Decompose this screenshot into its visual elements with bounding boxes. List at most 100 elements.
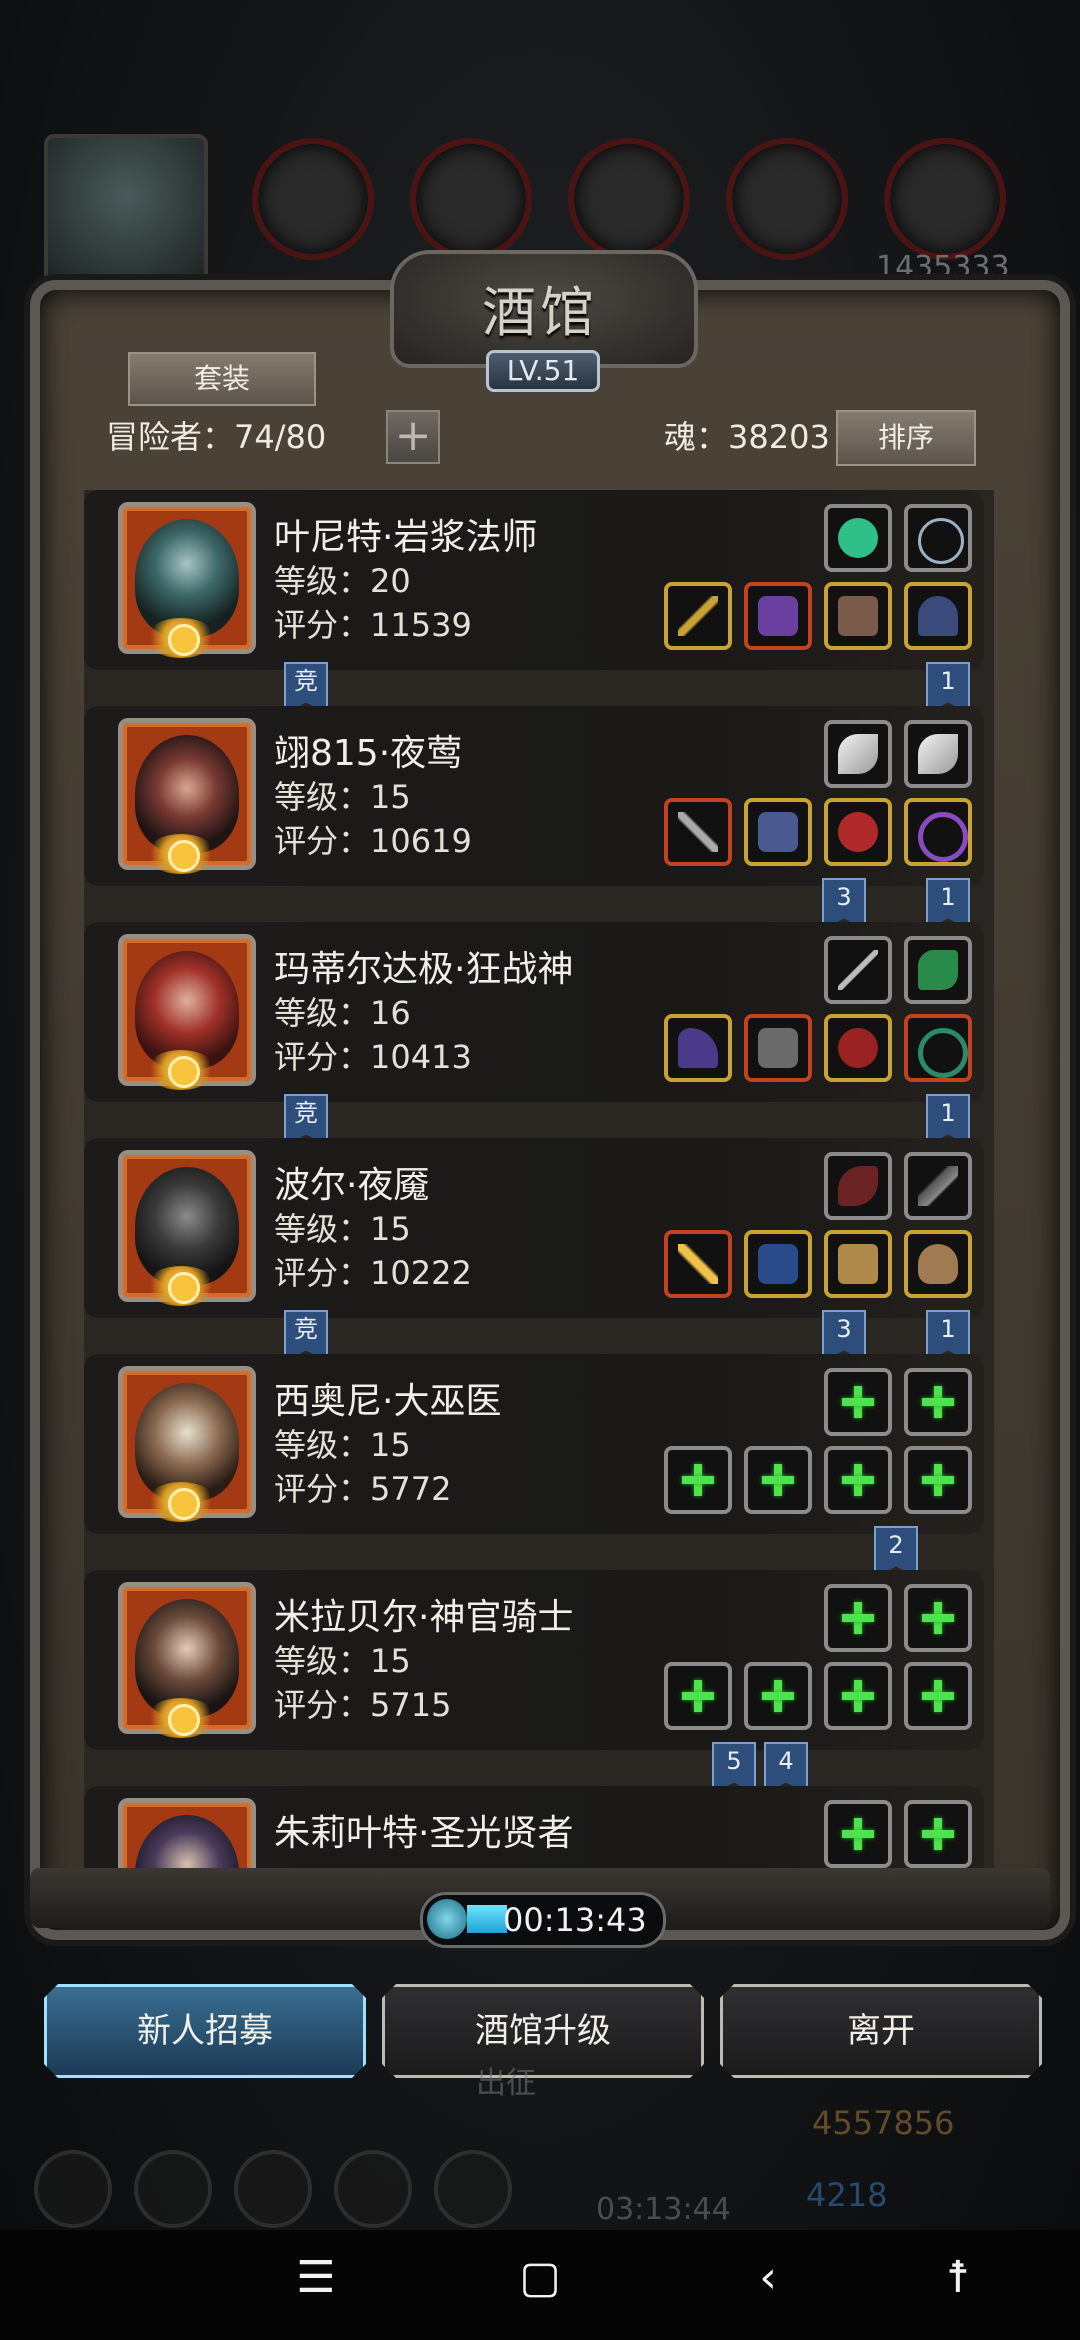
blade-icon (918, 1166, 958, 1206)
hero-level: 等级：16 (274, 994, 411, 1032)
empty-slot[interactable] (904, 1368, 972, 1436)
wing-slot[interactable] (824, 720, 892, 788)
armor-slot[interactable] (744, 1014, 812, 1082)
timer-progress (467, 1905, 507, 1933)
belt-slot[interactable] (824, 1230, 892, 1298)
necklace-slot[interactable] (904, 504, 972, 572)
dragon-icon (918, 950, 958, 990)
hero-portrait[interactable] (118, 1798, 256, 1870)
empty-slot[interactable] (824, 1584, 892, 1652)
accessory-slot[interactable] (904, 936, 972, 1004)
hero-level: 等级：15 (274, 1642, 411, 1680)
sort-button[interactable]: 排序 (836, 410, 976, 466)
clock-icon (427, 1899, 467, 1939)
stone-resource-icon (568, 138, 690, 260)
ring-slot[interactable] (904, 1014, 972, 1082)
add-equipment-icon (920, 1816, 956, 1852)
armor-slot[interactable] (744, 798, 812, 866)
empty-slot[interactable] (744, 1662, 812, 1730)
hero-row[interactable]: 翊815·夜莺 等级：15 评分：10619 (84, 706, 984, 886)
hero-name: 西奥尼·大巫医 (274, 1381, 502, 1422)
home-icon[interactable]: ▢ (500, 2252, 580, 2303)
gem-amount: 4218 (806, 2176, 888, 2214)
settings-icon (34, 2150, 112, 2228)
forge-icon (434, 2150, 512, 2228)
belt-icon (838, 1244, 878, 1284)
leave-button[interactable]: 离开 (720, 1984, 1042, 2078)
hero-score: 评分：10222 (274, 1254, 472, 1292)
accessory-slot[interactable] (824, 936, 892, 1004)
gem-slot[interactable] (824, 504, 892, 572)
hero-row[interactable]: 玛蒂尔达极·狂战神 等级：16 评分：10413 (84, 922, 984, 1102)
empty-slot[interactable] (664, 1446, 732, 1514)
add-equipment-icon (840, 1678, 876, 1714)
hero-row[interactable]: 朱莉叶特·圣光贤者 (84, 1786, 984, 1870)
add-equipment-icon (920, 1678, 956, 1714)
hero-score: 评分：5715 (274, 1686, 452, 1724)
hero-row[interactable]: 米拉贝尔·神官骑士 等级：15 评分：5715 (84, 1570, 984, 1750)
recruit-button[interactable]: 新人招募 (44, 1984, 366, 2078)
feather-icon (918, 734, 958, 774)
weapon-slot[interactable] (664, 1014, 732, 1082)
menu-icon[interactable]: ☰ (276, 2252, 356, 2303)
back-icon[interactable]: ‹ (728, 2252, 808, 2303)
tavern-upgrade-button[interactable]: 酒馆升级 (382, 1984, 704, 2078)
weapon-slot[interactable] (664, 1230, 732, 1298)
crystal-resource-icon (726, 138, 848, 260)
empty-slot[interactable] (744, 1446, 812, 1514)
hero-list[interactable]: 叶尼特·岩浆法师 等级：20 评分：11539 竞 1 翊815·夜莺 等级：1… (84, 490, 994, 1870)
accessory-slot[interactable] (904, 1152, 972, 1220)
add-equipment-icon (840, 1816, 876, 1852)
refresh-timer: 00:13:43 (420, 1892, 666, 1948)
food-resource-icon (252, 138, 374, 260)
hero-score: 评分：5772 (274, 1470, 452, 1508)
accessibility-icon[interactable]: ☨ (918, 2252, 998, 2303)
empty-slot[interactable] (824, 1800, 892, 1868)
empty-slot[interactable] (664, 1662, 732, 1730)
expand-capacity-button[interactable]: + (386, 410, 440, 464)
helmet-slot[interactable] (904, 1230, 972, 1298)
rank-emblem-icon (146, 618, 216, 658)
gold-amount: 4557856 (812, 2104, 955, 2142)
glove-slot[interactable] (824, 582, 892, 650)
hero-score: 评分：10619 (274, 822, 472, 860)
ring-slot[interactable] (904, 798, 972, 866)
hero-row[interactable]: 西奥尼·大巫医 等级：15 评分：5772 (84, 1354, 984, 1534)
hero-row[interactable]: 叶尼特·岩浆法师 等级：20 评分：11539 (84, 490, 984, 670)
empty-slot[interactable] (824, 1368, 892, 1436)
empty-slot[interactable] (824, 1446, 892, 1514)
empty-slot[interactable] (904, 1800, 972, 1868)
empty-slot[interactable] (904, 1584, 972, 1652)
add-equipment-icon (840, 1384, 876, 1420)
hero-row[interactable]: 波尔·夜魇 等级：15 评分：10222 (84, 1138, 984, 1318)
add-equipment-icon (680, 1462, 716, 1498)
suit-button[interactable]: 套装 (128, 352, 316, 406)
axe-icon (678, 1028, 718, 1068)
armor-slot[interactable] (744, 1230, 812, 1298)
empty-slot[interactable] (904, 1662, 972, 1730)
timer-text: 00:13:43 (503, 1901, 647, 1939)
armor-icon (758, 596, 798, 636)
staff-icon (678, 596, 718, 636)
emerald-icon (838, 518, 878, 558)
empty-slot[interactable] (824, 1662, 892, 1730)
accessory-slot[interactable] (824, 1152, 892, 1220)
empty-slot[interactable] (904, 1446, 972, 1514)
weapon-slot[interactable] (664, 798, 732, 866)
necklace-icon (918, 518, 964, 564)
player-avatar[interactable] (44, 134, 208, 288)
dagger-icon (678, 812, 718, 852)
glove-slot[interactable] (824, 1014, 892, 1082)
helmet-slot[interactable] (904, 582, 972, 650)
add-equipment-icon (920, 1600, 956, 1636)
armor-icon (758, 812, 798, 852)
armor-icon (758, 1244, 798, 1284)
add-equipment-icon (840, 1600, 876, 1636)
hero-level: 等级：15 (274, 1210, 411, 1248)
glove-slot[interactable] (824, 798, 892, 866)
expedition-label: 出征 (476, 2066, 536, 2101)
armor-slot[interactable] (744, 582, 812, 650)
weapon-slot[interactable] (664, 582, 732, 650)
wing-slot[interactable] (904, 720, 972, 788)
armor-icon (758, 1028, 798, 1068)
